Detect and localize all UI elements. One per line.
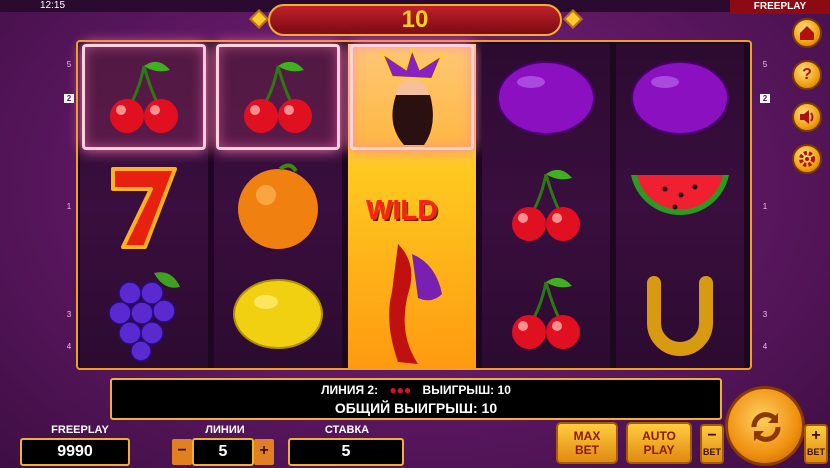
lines-plus-button[interactable]: + bbox=[254, 439, 274, 465]
banner-gem-right-icon bbox=[563, 9, 583, 29]
line-marker-right-2[interactable]: 2 bbox=[760, 94, 770, 103]
home-icon bbox=[800, 26, 814, 40]
line-marker-left-2[interactable]: 2 bbox=[64, 94, 74, 103]
balance-label: FREEPLAY bbox=[51, 424, 109, 436]
reel-frame: WILD bbox=[76, 40, 752, 370]
bet-minus-sign: − bbox=[707, 427, 717, 444]
wild-label: WILD bbox=[366, 194, 438, 225]
bet-minus-label: BET bbox=[703, 447, 721, 457]
line-marker-left-4[interactable]: 4 bbox=[64, 342, 74, 351]
line-win-label: ВЫИГРЫШ: 10 bbox=[422, 383, 511, 397]
auto-play-button[interactable]: AUTO PLAY bbox=[626, 422, 692, 464]
seven-icon bbox=[82, 152, 206, 258]
total-win-text: ОБЩИЙ ВЫИГРЫШ: 10 bbox=[334, 400, 498, 416]
cherry-icon bbox=[484, 260, 608, 366]
lines-value: 5 bbox=[192, 438, 254, 466]
home-button[interactable] bbox=[792, 18, 822, 48]
line-marker-right-5[interactable]: 5 bbox=[760, 60, 770, 69]
bet-label: СТАВКА bbox=[324, 424, 370, 436]
win-banner: 10 bbox=[268, 4, 562, 36]
spin-arrows-icon bbox=[751, 412, 781, 442]
line-marker-left-1[interactable]: 1 bbox=[64, 202, 74, 211]
auto-play-line1: AUTO bbox=[642, 429, 676, 443]
joker-body-icon bbox=[389, 244, 442, 364]
clock-text: 12:15 bbox=[40, 0, 66, 11]
cherry-icon bbox=[82, 44, 206, 150]
plum-icon bbox=[618, 44, 742, 150]
lines-label: ЛИНИИ bbox=[205, 424, 245, 436]
gear-icon bbox=[799, 151, 815, 167]
line-marker-right-1[interactable]: 1 bbox=[760, 202, 770, 211]
reel-2 bbox=[214, 44, 342, 368]
line-marker-left-5[interactable]: 5 bbox=[64, 60, 74, 69]
bet-value: 5 bbox=[288, 438, 404, 466]
reel-1 bbox=[80, 44, 208, 368]
reel-4 bbox=[482, 44, 610, 368]
line-symbols-icon: ●●● bbox=[389, 383, 412, 397]
help-button[interactable]: ? bbox=[792, 60, 822, 90]
speaker-icon bbox=[800, 110, 814, 124]
win-info-panel: ЛИНИЯ 2: ●●● ВЫИГРЫШ: 10 ОБЩИЙ ВЫИГРЫШ: … bbox=[110, 378, 722, 420]
plum-icon bbox=[484, 44, 608, 150]
bet-plus-label: BET bbox=[807, 447, 825, 457]
joker-face-icon bbox=[350, 44, 474, 150]
cherry-icon bbox=[216, 44, 340, 150]
settings-button[interactable] bbox=[792, 144, 822, 174]
bet-minus-button[interactable]: − BET bbox=[700, 424, 724, 464]
horseshoe-icon bbox=[618, 260, 742, 366]
mode-badge: FREEPLAY bbox=[730, 0, 830, 14]
balance-value: 9990 bbox=[20, 438, 130, 466]
bet-plus-sign: + bbox=[811, 427, 821, 444]
line-marker-left-3[interactable]: 3 bbox=[64, 310, 74, 319]
line-win-row: ЛИНИЯ 2: ●●● ВЫИГРЫШ: 10 bbox=[112, 382, 720, 398]
spin-button[interactable] bbox=[725, 386, 805, 466]
grapes-icon bbox=[82, 260, 206, 366]
line-marker-right-4[interactable]: 4 bbox=[760, 342, 770, 351]
auto-play-line2: PLAY bbox=[643, 443, 675, 457]
cherry-icon bbox=[484, 152, 608, 258]
lemon-icon bbox=[216, 260, 340, 366]
max-bet-line1: MAX bbox=[573, 429, 601, 443]
reel-5 bbox=[616, 44, 744, 368]
max-bet-line2: BET bbox=[575, 443, 599, 457]
reel-3: WILD bbox=[348, 44, 476, 368]
line-marker-right-3[interactable]: 3 bbox=[760, 310, 770, 319]
banner-gem-left-icon bbox=[249, 9, 269, 29]
bet-plus-button[interactable]: + BET bbox=[804, 424, 828, 464]
watermelon-icon bbox=[618, 152, 742, 258]
sound-button[interactable] bbox=[792, 102, 822, 132]
orange-icon bbox=[216, 152, 340, 258]
question-icon: ? bbox=[802, 66, 812, 83]
lines-minus-button[interactable]: − bbox=[172, 439, 192, 465]
line-label: ЛИНИЯ 2: bbox=[321, 383, 379, 397]
max-bet-button[interactable]: MAX BET bbox=[556, 422, 618, 464]
